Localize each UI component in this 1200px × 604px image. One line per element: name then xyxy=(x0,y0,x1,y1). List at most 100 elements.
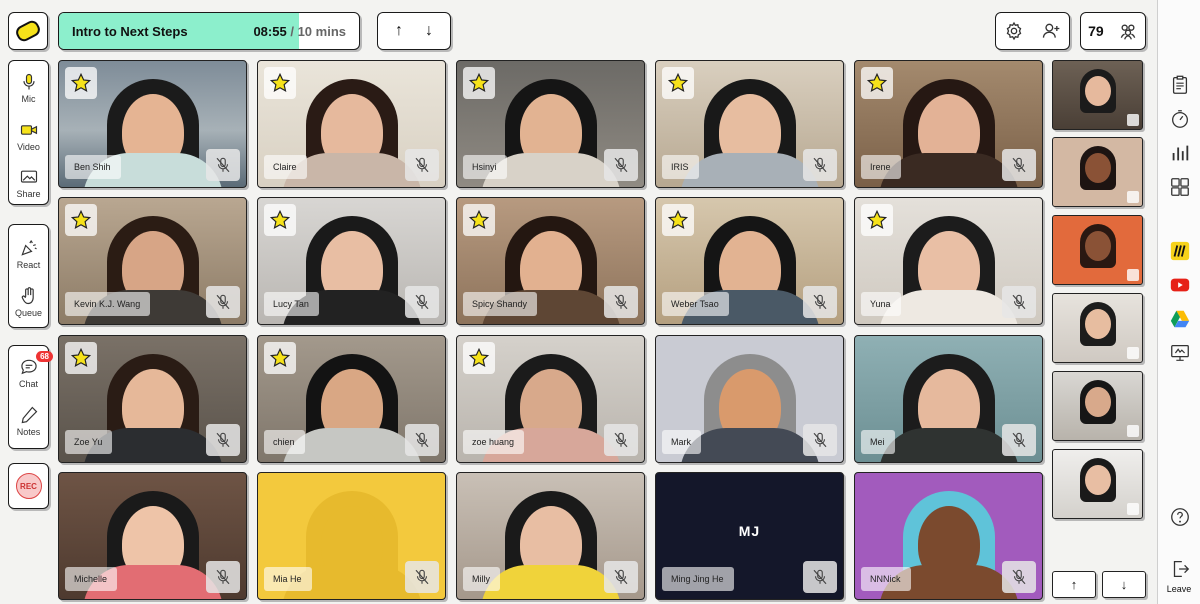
participant-tile[interactable]: Mei xyxy=(854,335,1043,463)
mic-off-icon xyxy=(1002,286,1036,318)
react-label: React xyxy=(16,260,41,270)
share-button[interactable]: Share xyxy=(8,167,49,199)
mic-off-icon xyxy=(1127,191,1139,203)
participant-tile[interactable]: MJ Ming Jing He xyxy=(655,472,844,600)
agenda-nav: ↑ ↓ xyxy=(377,12,451,50)
participant-name: Zoe Yu xyxy=(65,430,113,454)
miro-icon[interactable] xyxy=(1169,240,1191,262)
participant-name: Mark xyxy=(662,430,701,454)
star-icon[interactable] xyxy=(65,342,97,374)
side-video-thumbnail[interactable] xyxy=(1052,449,1143,519)
mic-label: Mic xyxy=(21,94,36,104)
mic-off-icon xyxy=(803,286,837,318)
star-icon[interactable] xyxy=(65,204,97,236)
participant-tile[interactable]: Ben Shih xyxy=(58,60,247,188)
side-video-thumbnail[interactable] xyxy=(1052,137,1143,207)
settings-group xyxy=(995,12,1070,50)
participant-tile[interactable]: chien xyxy=(257,335,446,463)
participant-tile[interactable]: Lucy Tan xyxy=(257,197,446,325)
participant-tile[interactable]: Weber Tsao xyxy=(655,197,844,325)
star-icon[interactable] xyxy=(861,67,893,99)
right-app-bar: Leave xyxy=(1157,0,1200,604)
participant-name: Ben Shih xyxy=(65,155,121,179)
participant-tile[interactable]: Yuna xyxy=(854,197,1043,325)
star-icon[interactable] xyxy=(65,67,97,99)
clipboard-icon[interactable] xyxy=(1169,74,1191,96)
mic-icon xyxy=(22,73,35,90)
participant-tile[interactable]: Zoe Yu xyxy=(58,335,247,463)
chat-bubble-icon xyxy=(20,359,37,375)
side-video-thumbnail[interactable] xyxy=(1052,60,1143,130)
side-video-thumbnail[interactable] xyxy=(1052,215,1143,285)
participant-tile[interactable]: Irene xyxy=(854,60,1043,188)
google-drive-icon[interactable] xyxy=(1169,308,1191,330)
participant-tile[interactable]: Hsinyi xyxy=(456,60,645,188)
mic-off-icon xyxy=(1002,424,1036,456)
participant-body xyxy=(679,153,820,187)
page-up-button[interactable]: ↑ xyxy=(1052,571,1096,598)
app-logo[interactable] xyxy=(8,12,48,50)
grid-apps-icon[interactable] xyxy=(1169,176,1191,198)
agenda-timer-bar[interactable]: Intro to Next Steps 08:55 / 10 mins xyxy=(58,12,360,50)
participant-tile[interactable]: zoe huang xyxy=(456,335,645,463)
mic-off-icon xyxy=(604,424,638,456)
star-icon[interactable] xyxy=(662,67,694,99)
star-icon[interactable] xyxy=(264,67,296,99)
mic-off-icon xyxy=(1002,561,1036,593)
participant-name: Mei xyxy=(861,430,895,454)
star-icon[interactable] xyxy=(264,342,296,374)
leave-door-icon[interactable] xyxy=(1169,558,1191,580)
participant-tile[interactable]: Mia He xyxy=(257,472,446,600)
participant-tile[interactable]: Spicy Shandy xyxy=(456,197,645,325)
participant-name: Yuna xyxy=(861,292,901,316)
whiteboard-icon[interactable] xyxy=(1169,342,1191,364)
star-icon[interactable] xyxy=(264,204,296,236)
help-icon[interactable] xyxy=(1169,506,1191,528)
participant-tile[interactable]: Michelle xyxy=(58,472,247,600)
record-button[interactable]: REC xyxy=(8,463,49,509)
participant-name: Milly xyxy=(463,567,500,591)
chat-button[interactable]: Chat 68 xyxy=(8,351,53,389)
video-button[interactable]: Video xyxy=(8,120,49,152)
participant-count-button[interactable]: 79 xyxy=(1080,12,1146,50)
participant-tile[interactable]: NNNick xyxy=(854,472,1043,600)
star-icon[interactable] xyxy=(662,204,694,236)
react-button[interactable]: React xyxy=(8,238,49,270)
pencil-icon xyxy=(21,406,37,424)
leave-label[interactable]: Leave xyxy=(1158,584,1200,594)
mic-off-icon xyxy=(206,424,240,456)
participant-name: Mia He xyxy=(264,567,312,591)
raise-hand-icon xyxy=(21,287,34,305)
arrow-down-icon: ↓ xyxy=(1120,577,1128,592)
notes-button[interactable]: Notes xyxy=(8,405,49,437)
thumbnail-face xyxy=(1084,308,1111,339)
arrow-up-icon[interactable]: ↑ xyxy=(395,22,403,40)
side-video-thumbnail[interactable] xyxy=(1052,371,1143,441)
screen-share-icon xyxy=(20,170,37,183)
star-icon[interactable] xyxy=(463,67,495,99)
participant-tile[interactable]: IRIS xyxy=(655,60,844,188)
participant-tile[interactable]: Claire xyxy=(257,60,446,188)
agenda-title: Intro to Next Steps xyxy=(72,24,188,39)
page-down-button[interactable]: ↓ xyxy=(1102,571,1146,598)
arrow-down-icon[interactable]: ↓ xyxy=(425,22,433,40)
side-video-thumbnail[interactable] xyxy=(1052,293,1143,363)
star-icon[interactable] xyxy=(463,342,495,374)
star-icon[interactable] xyxy=(463,204,495,236)
mic-off-icon xyxy=(206,149,240,181)
queue-label: Queue xyxy=(14,308,43,318)
participant-tile[interactable]: Milly xyxy=(456,472,645,600)
participant-tile[interactable]: Kevin K.J. Wang xyxy=(58,197,247,325)
mic-button[interactable]: Mic xyxy=(8,72,49,104)
mic-off-icon xyxy=(1127,425,1139,437)
youtube-icon[interactable] xyxy=(1169,274,1191,296)
queue-button[interactable]: Queue xyxy=(8,286,49,318)
video-label: Video xyxy=(17,142,40,152)
mic-off-icon xyxy=(1127,503,1139,515)
participant-tile[interactable]: Mark xyxy=(655,335,844,463)
star-icon[interactable] xyxy=(861,204,893,236)
timer-icon[interactable] xyxy=(1169,108,1191,130)
settings-gear-icon[interactable] xyxy=(1004,21,1024,41)
bar-chart-icon[interactable] xyxy=(1169,142,1191,164)
add-user-icon[interactable] xyxy=(1041,21,1061,41)
